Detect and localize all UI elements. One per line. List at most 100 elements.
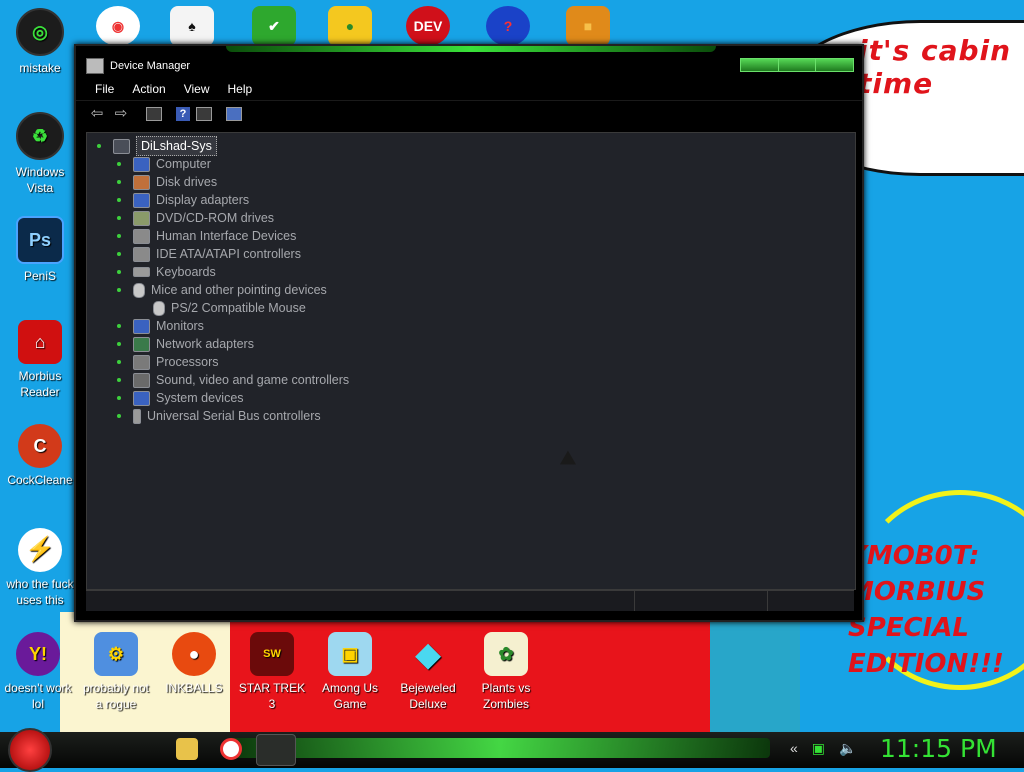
status-pane-main — [86, 591, 635, 611]
ide-controller-icon — [133, 246, 150, 262]
minimize-button[interactable] — [741, 59, 779, 71]
expand-bullet-icon[interactable] — [117, 216, 121, 220]
inkball-icon: ● — [172, 632, 216, 676]
menu-action[interactable]: Action — [123, 80, 174, 100]
expand-bullet-icon[interactable] — [117, 378, 121, 382]
tree-item-disk-drives[interactable]: Disk drives — [117, 173, 349, 191]
desktop-icon-morbius-reader[interactable]: ⌂ Morbius Reader — [2, 320, 78, 400]
expand-bullet-icon[interactable] — [117, 234, 121, 238]
expand-bullet-icon[interactable] — [117, 198, 121, 202]
tree-item-system-devices[interactable]: System devices — [117, 389, 349, 407]
desktop-icon-who-uses-this[interactable]: ⚡ who the fuck uses this — [2, 528, 78, 608]
collapse-bullet-icon[interactable] — [117, 288, 121, 292]
tree-item-ps2-mouse[interactable]: PS/2 Compatible Mouse — [153, 299, 349, 317]
desktop-icon-inkballs[interactable]: ● INKBALLS — [156, 632, 232, 696]
expand-bullet-icon[interactable] — [117, 162, 121, 166]
expand-bullet-icon[interactable] — [117, 324, 121, 328]
expand-bullet-icon[interactable] — [117, 360, 121, 364]
tree-item-label: Sound, video and game controllers — [156, 373, 350, 387]
expand-bullet-icon[interactable] — [117, 396, 121, 400]
taskbar-clock[interactable]: 11:15 PM — [880, 734, 997, 763]
network-icon[interactable]: ▣ — [812, 740, 825, 757]
forward-arrow-icon[interactable]: ⇨ — [112, 106, 130, 122]
cards-icon[interactable]: ♠ — [170, 6, 214, 46]
desktop-icon-mistake[interactable]: ◎ mistake — [2, 8, 78, 76]
desktop-icon-bejeweled[interactable]: ◆ Bejeweled Deluxe — [390, 632, 466, 712]
monitor-icon — [133, 156, 150, 172]
expand-bullet-icon[interactable] — [97, 144, 101, 148]
dev-cpp-icon[interactable]: DEV — [406, 6, 450, 46]
tree-root[interactable]: DiLshad-Sys — [97, 136, 349, 156]
tree-item-computer[interactable]: Computer — [117, 155, 349, 173]
desktop-icon-cockcleane[interactable]: C CockCleane — [2, 424, 78, 488]
tree-item-ide-controllers[interactable]: IDE ATA/ATAPI controllers — [117, 245, 349, 263]
desktop-icon-windows-vista[interactable]: ♻ Windows Vista — [2, 112, 78, 196]
expand-bullet-icon[interactable] — [117, 252, 121, 256]
status-pane-3 — [768, 591, 854, 611]
menu-file[interactable]: File — [86, 80, 123, 100]
desktop-icon-photoshop[interactable]: Ps PeniS — [2, 216, 78, 284]
desktop-icon-star-trek[interactable]: SW STAR TREK 3 — [234, 632, 310, 712]
computer-gears-icon: ⚙ — [94, 632, 138, 676]
tree-item-usb-controllers[interactable]: Universal Serial Bus controllers — [117, 407, 349, 425]
desktop-icon-plants-vs-zombies[interactable]: ✿ Plants vs Zombies — [468, 632, 544, 712]
menu-view[interactable]: View — [175, 80, 219, 100]
menu-bar: File Action View Help — [76, 80, 862, 100]
back-arrow-icon[interactable]: ⇦ — [88, 106, 106, 122]
expand-bullet-icon[interactable] — [117, 270, 121, 274]
titlebar-glow — [226, 46, 716, 52]
pvz-icon: ✿ — [484, 632, 528, 676]
tree-item-network-adapters[interactable]: Network adapters — [117, 335, 349, 353]
mouse-icon — [133, 282, 145, 298]
tree-item-display-adapters[interactable]: Display adapters — [117, 191, 349, 209]
desktop-icon-rogue[interactable]: ⚙ probably not a rogue — [78, 632, 154, 712]
folder-icon[interactable] — [176, 738, 198, 760]
network-adapter-icon — [133, 336, 150, 352]
help-icon[interactable]: ? — [176, 107, 190, 121]
window-titlebar[interactable]: Device Manager — [76, 46, 862, 80]
maximize-button[interactable] — [778, 59, 817, 71]
desktop-icon-yahoo[interactable]: Y! doesn't work lol — [0, 632, 76, 712]
hid-icon — [133, 228, 150, 244]
tree-item-human-interface-devices[interactable]: Human Interface Devices — [117, 227, 349, 245]
expand-bullet-icon[interactable] — [117, 414, 121, 418]
tree-item-keyboards[interactable]: Keyboards — [117, 263, 349, 281]
start-button[interactable] — [8, 728, 52, 772]
menu-help[interactable]: Help — [219, 80, 262, 100]
tree-item-mice[interactable]: Mice and other pointing devices — [117, 281, 349, 299]
angry-birds-pig-icon[interactable]: ● — [328, 6, 372, 46]
desktop-icon-label: CockCleane — [7, 473, 73, 487]
tree-item-label: Human Interface Devices — [156, 229, 297, 243]
photoshop-icon: Ps — [16, 216, 64, 264]
chrome-taskbar-icon[interactable] — [220, 738, 242, 760]
tree-item-monitors[interactable]: Monitors — [117, 317, 349, 335]
orange-block-icon[interactable]: ■ — [566, 6, 610, 46]
tree-item-label: PS/2 Compatible Mouse — [171, 301, 306, 315]
desktop-icon-among-us[interactable]: ▣ Among Us Game — [312, 632, 388, 712]
close-button[interactable] — [816, 59, 854, 71]
tree-item-sound-video[interactable]: Sound, video and game controllers — [117, 371, 349, 389]
taskbar: « ▣ 🔈 11:15 PM — [0, 728, 1024, 772]
chrome-icon[interactable]: ◉ — [96, 6, 140, 46]
tree-item-dvd-drives[interactable]: DVD/CD-ROM drives — [117, 209, 349, 227]
window-controls[interactable] — [740, 58, 854, 72]
expand-bullet-icon[interactable] — [117, 342, 121, 346]
wallpaper-text-top: it's cabin time — [858, 34, 1012, 100]
recycle-bin-icon: ♻ — [16, 112, 64, 160]
expand-bullet-icon[interactable] — [117, 180, 121, 184]
yahoo-messenger-icon: Y! — [16, 632, 60, 676]
shield-check-icon[interactable]: ✔ — [252, 6, 296, 46]
wallpaper-teal-area — [710, 612, 800, 732]
device-tree-panel[interactable]: DiLshad-Sys Computer Disk drives Display… — [86, 132, 856, 590]
tray-chevron-icon[interactable]: « — [790, 740, 798, 757]
scan-hardware-icon[interactable] — [226, 107, 242, 121]
question-swirl-icon[interactable]: ? — [486, 6, 530, 46]
tree-item-label: Mice and other pointing devices — [151, 283, 327, 297]
device-manager-taskbar-button[interactable] — [256, 734, 296, 766]
show-hide-tree-icon[interactable] — [146, 107, 162, 121]
device-manager-window[interactable]: Device Manager File Action View Help ⇦ ⇨… — [74, 44, 864, 622]
properties-icon[interactable] — [196, 107, 212, 121]
processor-icon — [133, 354, 150, 370]
volume-icon[interactable]: 🔈 — [839, 740, 856, 757]
tree-item-processors[interactable]: Processors — [117, 353, 349, 371]
